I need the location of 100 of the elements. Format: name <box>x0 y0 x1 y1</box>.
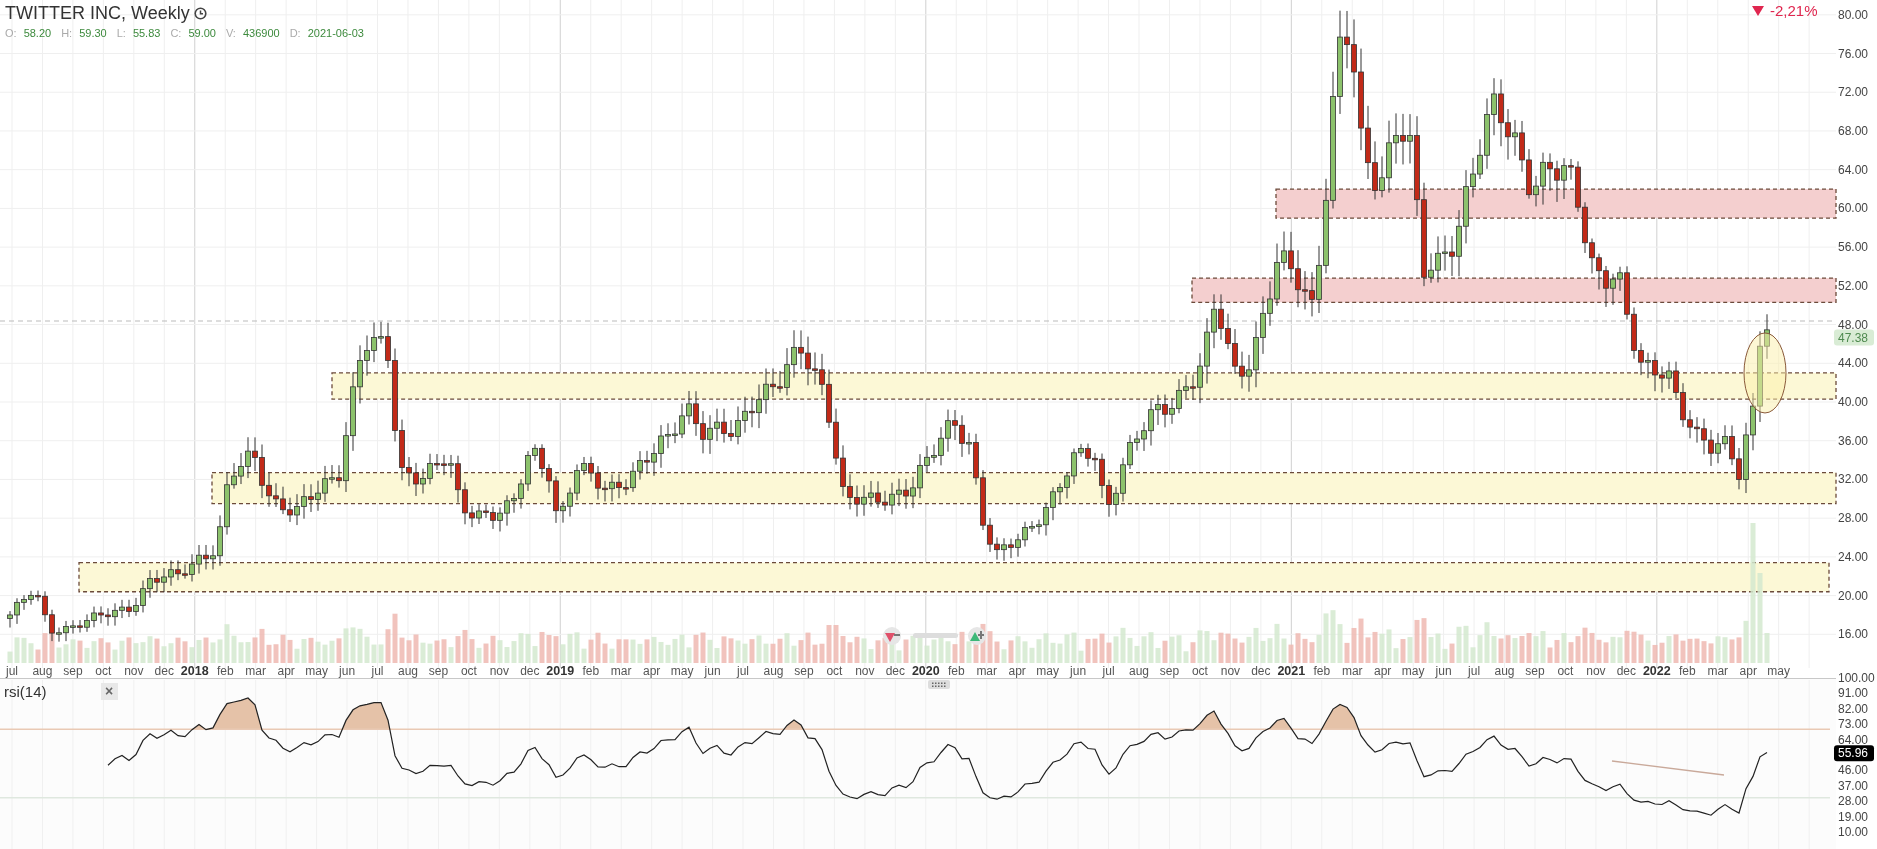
month-label: may <box>1036 664 1059 678</box>
month-label: dec <box>1616 664 1637 678</box>
field-value: 59.30 <box>79 27 107 39</box>
rsi-axis-label: 10.00 <box>1838 825 1869 839</box>
field-value: 58.20 <box>23 27 52 39</box>
month-label: nov <box>1586 664 1606 678</box>
month-label: sep <box>1159 664 1180 678</box>
price-axis-label: 36.00 <box>1838 433 1869 448</box>
month-label: feb <box>216 664 234 678</box>
price-axis-label: 72.00 <box>1838 85 1869 100</box>
month-label: nov <box>855 664 875 678</box>
rsi-axis-label: 46.00 <box>1838 763 1869 778</box>
month-label: mar <box>245 664 266 678</box>
year-label: 2022 <box>1642 664 1671 678</box>
month-label: feb <box>582 664 600 678</box>
month-label: dec <box>154 664 174 678</box>
month-label: sep <box>794 664 814 678</box>
rsi-value-badge: 55.96 <box>1834 745 1874 762</box>
price-axis-label: 32.00 <box>1838 472 1869 487</box>
month-label: may <box>670 664 694 678</box>
month-label: dec <box>885 664 905 678</box>
month-label: apr <box>1374 664 1392 678</box>
month-label: oct <box>1557 664 1574 678</box>
month-label: oct <box>95 664 112 678</box>
month-label: oct <box>460 664 477 678</box>
rsi-axis-label: 37.00 <box>1838 778 1869 793</box>
rsi-axis-label: 73.00 <box>1838 717 1869 732</box>
month-label: sep <box>428 664 449 678</box>
price-axis-label: 80.00 <box>1838 7 1869 22</box>
field-label: C: <box>170 27 182 39</box>
month-label: apr <box>1739 664 1757 678</box>
month-label: sep <box>1525 664 1545 678</box>
month-label: aug <box>1129 664 1150 678</box>
month-label: jul <box>737 664 750 678</box>
rsi-axis-label: 64.00 <box>1838 732 1869 747</box>
year-label: 2020 <box>911 664 940 678</box>
price-axis-label: 52.00 <box>1838 278 1869 293</box>
month-label: nov <box>489 664 510 678</box>
month-label: feb <box>947 664 965 678</box>
indicator-label: rsi(14) <box>4 683 47 700</box>
month-label: feb <box>1313 664 1331 678</box>
month-label: jul <box>371 664 384 678</box>
month-label: may <box>1767 664 1790 678</box>
month-label: jul <box>1468 664 1481 678</box>
month-label: aug <box>763 664 784 678</box>
month-label: jul <box>1102 664 1115 678</box>
price-axis-label: 28.00 <box>1838 511 1869 526</box>
rsi-axis-label: 91.00 <box>1838 686 1869 701</box>
field-label: O: <box>5 27 17 39</box>
field-label: L: <box>116 27 126 39</box>
month-label: mar <box>610 664 632 678</box>
price-axis-label: 76.00 <box>1838 46 1869 61</box>
month-label: feb <box>1678 664 1696 678</box>
last-price-badge: 47.38 <box>1834 329 1874 346</box>
year-label: 2019 <box>546 664 575 678</box>
month-label: apr <box>277 664 295 678</box>
field-label: V: <box>225 27 236 39</box>
month-label: aug <box>32 664 53 678</box>
price-axis-label: 44.00 <box>1838 356 1869 371</box>
price-axis-label: 68.00 <box>1838 123 1869 138</box>
month-label: apr <box>643 664 661 678</box>
price-axis-label: 60.00 <box>1838 201 1869 216</box>
field-label: H: <box>61 27 73 39</box>
month-label: apr <box>1008 664 1026 678</box>
month-label: aug <box>1494 664 1515 678</box>
price-axis-label: 64.00 <box>1838 162 1869 177</box>
price-axis-label: 40.00 <box>1838 395 1869 409</box>
chart-title: TWITTER INC, Weekly <box>5 3 190 24</box>
month-label: nov <box>124 664 144 678</box>
month-label: may <box>1401 664 1425 678</box>
month-label: aug <box>397 664 418 678</box>
field-label: D: <box>289 27 301 39</box>
month-label: dec <box>1251 664 1271 678</box>
field-value: 55.83 <box>132 27 161 39</box>
month-label: may <box>305 664 328 678</box>
field-value: 59.00 <box>188 27 216 39</box>
price-axis-label: 24.00 <box>1838 549 1869 564</box>
month-label: jul <box>6 664 18 678</box>
month-label: mar <box>1341 664 1363 678</box>
price-axis-label: 56.00 <box>1838 240 1869 255</box>
price-axis-label: 20.00 <box>1838 588 1869 603</box>
month-label: nov <box>1220 664 1241 678</box>
month-label: jun <box>1435 664 1452 678</box>
rsi-axis-label: 82.00 <box>1838 701 1869 716</box>
month-label: oct <box>826 664 843 678</box>
month-label: jun <box>339 664 356 678</box>
price-axis-label: 16.00 <box>1838 627 1869 642</box>
field-value: 2021-06-03 <box>307 27 364 39</box>
field-value: 436900 <box>242 27 280 39</box>
month-label: sep <box>63 664 83 678</box>
price-change: -2,21% <box>1770 2 1818 19</box>
month-label: jun <box>1070 664 1087 678</box>
month-label: mar <box>1707 664 1729 678</box>
month-label: jun <box>704 664 721 678</box>
year-label: 2021 <box>1277 664 1306 678</box>
month-label: oct <box>1191 664 1208 678</box>
year-label: 2018 <box>180 664 209 678</box>
rsi-axis-label: 28.00 <box>1838 794 1869 809</box>
month-label: dec <box>520 664 540 678</box>
price-axis-label: 48.00 <box>1838 317 1869 332</box>
